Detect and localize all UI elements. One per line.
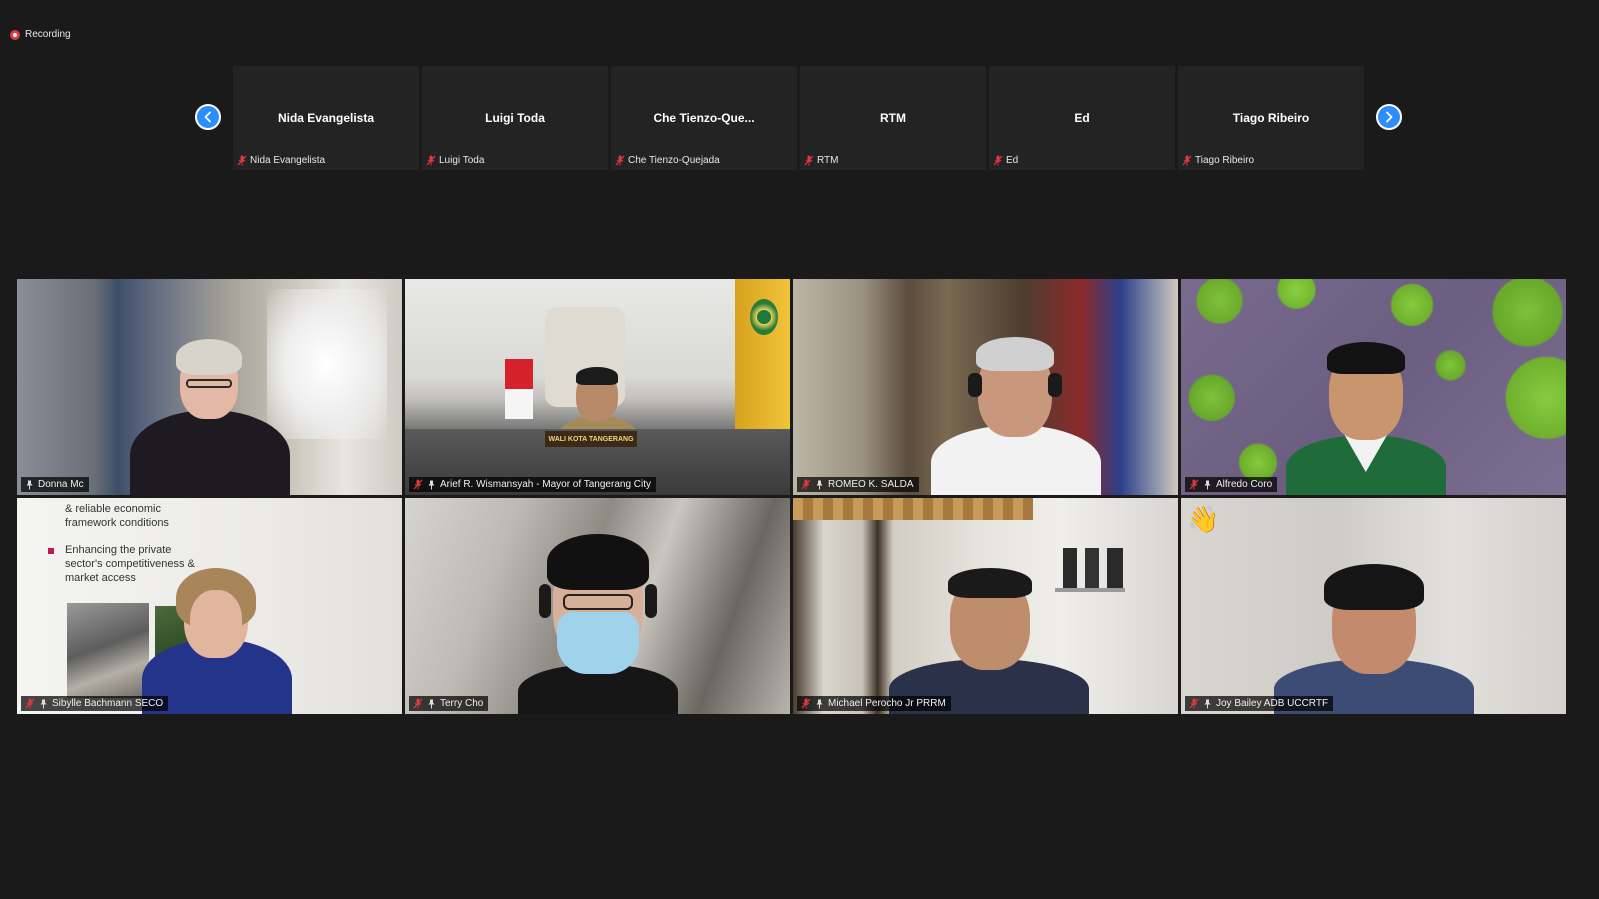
participant-name: ROMEO K. SALDA xyxy=(828,479,914,490)
participant-name: Che Tienzo-Quejada xyxy=(628,155,720,166)
video-curtain xyxy=(793,498,1033,520)
video-nameplate: WALI KOTA TANGERANG xyxy=(545,431,637,447)
pin-icon xyxy=(816,480,823,489)
participant-display-name: Ed xyxy=(1074,111,1090,125)
participant-figure xyxy=(110,325,310,495)
participant-name: Joy Bailey ADB UCCRTF xyxy=(1216,698,1329,709)
pin-icon xyxy=(428,699,435,708)
mic-muted-icon xyxy=(237,155,247,166)
slide-bullet xyxy=(48,548,54,554)
participant-tile[interactable]: RTM RTM xyxy=(800,66,986,170)
mic-muted-icon xyxy=(801,479,811,490)
participant-label: ROMEO K. SALDA xyxy=(797,477,919,492)
video-tile[interactable]: Alfredo Coro xyxy=(1181,279,1566,495)
pin-icon xyxy=(26,480,33,489)
participant-label: Sibylle Bachmann SECO xyxy=(21,696,169,711)
pin-icon xyxy=(428,480,435,489)
participant-tile[interactable]: Ed Ed xyxy=(989,66,1175,170)
mic-muted-icon xyxy=(1189,698,1199,709)
participant-figure xyxy=(1264,534,1484,714)
participant-tile[interactable]: Nida Evangelista Nida Evangelista xyxy=(233,66,419,170)
chevron-right-icon xyxy=(1386,111,1393,123)
video-grid: Donna Mc WALI KOTA TANGERANG Arief R. Wi… xyxy=(17,279,1566,714)
mic-muted-icon xyxy=(426,155,436,166)
mic-muted-icon xyxy=(801,698,811,709)
participant-figure xyxy=(503,514,693,714)
recording-label: Recording xyxy=(25,29,71,40)
pin-icon xyxy=(1204,699,1211,708)
participant-name: Donna Mc xyxy=(38,479,84,490)
video-tile[interactable]: Michael Perocho Jr PRRM xyxy=(793,498,1178,714)
mic-muted-icon xyxy=(413,698,423,709)
wave-reaction-icon: 👋 xyxy=(1187,504,1220,534)
participant-label: Luigi Toda xyxy=(426,155,484,166)
mic-muted-icon xyxy=(413,479,423,490)
participant-figure xyxy=(132,554,302,714)
participant-name: Terry Cho xyxy=(440,698,484,709)
video-tile[interactable]: ROMEO K. SALDA xyxy=(793,279,1178,495)
participant-label: Donna Mc xyxy=(21,477,89,492)
mic-muted-icon xyxy=(1182,155,1192,166)
chevron-left-icon xyxy=(204,111,211,123)
participant-label: Nida Evangelista xyxy=(237,155,325,166)
participant-name: Ed xyxy=(1006,155,1019,166)
participant-name: Michael Perocho Jr PRRM xyxy=(828,698,946,709)
pin-icon xyxy=(40,699,47,708)
participant-name: Luigi Toda xyxy=(439,155,485,166)
participant-tile[interactable]: Che Tienzo-Que... Che Tienzo-Quejada xyxy=(611,66,797,170)
meeting-window: Recording Nida Evangelista Nida Evangeli… xyxy=(0,0,1599,899)
participant-label: Michael Perocho Jr PRRM xyxy=(797,696,951,711)
mic-muted-icon xyxy=(993,155,1003,166)
slide-text: & reliable economic framework conditions xyxy=(65,502,169,530)
participant-display-name: Tiago Ribeiro xyxy=(1232,111,1310,125)
pin-icon xyxy=(816,699,823,708)
participant-display-name: Luigi Toda xyxy=(485,111,545,125)
mic-muted-icon xyxy=(1189,479,1199,490)
participant-label: Ed xyxy=(993,155,1018,166)
participant-figure xyxy=(884,534,1094,714)
recording-indicator[interactable]: Recording xyxy=(10,29,71,40)
participant-tile[interactable]: Tiago Ribeiro Tiago Ribeiro xyxy=(1178,66,1364,170)
mic-muted-icon xyxy=(615,155,625,166)
participant-name: Nida Evangelista xyxy=(250,155,326,166)
mic-muted-icon xyxy=(804,155,814,166)
participant-label: Alfredo Coro xyxy=(1185,477,1278,492)
slide-line: & reliable economic xyxy=(65,503,161,515)
previous-page-button[interactable] xyxy=(195,104,221,130)
recording-icon xyxy=(10,29,20,40)
participant-name: Alfredo Coro xyxy=(1216,479,1273,490)
video-flag-emblem xyxy=(750,299,778,335)
participant-name: Sibylle Bachmann SECO xyxy=(52,698,164,709)
participant-label: RTM xyxy=(804,155,838,166)
nameplate-text: WALI KOTA TANGERANG xyxy=(548,435,634,443)
participant-label: Arief R. Wismansyah - Mayor of Tangerang… xyxy=(409,477,657,492)
participant-display-name: RTM xyxy=(880,111,906,125)
participant-label: Joy Bailey ADB UCCRTF xyxy=(1185,696,1334,711)
participant-figure xyxy=(916,315,1116,495)
participant-name: Tiago Ribeiro xyxy=(1195,155,1255,166)
participant-display-name: Nida Evangelista xyxy=(277,111,375,125)
video-tile[interactable]: Donna Mc xyxy=(17,279,402,495)
participant-label: Tiago Ribeiro xyxy=(1182,155,1254,166)
participant-name: RTM xyxy=(817,155,839,166)
participant-figure xyxy=(1271,320,1461,495)
video-tile[interactable]: & reliable economic framework conditions… xyxy=(17,498,402,714)
participant-strip: Nida Evangelista Nida Evangelista Luigi … xyxy=(233,66,1364,170)
video-tile[interactable]: 👋 Joy Bailey ADB UCCRTF xyxy=(1181,498,1566,714)
next-page-button[interactable] xyxy=(1376,104,1402,130)
participant-name: Arief R. Wismansyah - Mayor of Tangerang… xyxy=(440,479,652,490)
participant-label: Che Tienzo-Quejada xyxy=(615,155,720,166)
slide-line: framework conditions xyxy=(65,517,169,529)
participant-display-name: Che Tienzo-Que... xyxy=(653,111,755,125)
pin-icon xyxy=(1204,480,1211,489)
video-tile[interactable]: WALI KOTA TANGERANG Arief R. Wismansyah … xyxy=(405,279,790,495)
participant-label: Terry Cho xyxy=(409,696,489,711)
mic-muted-icon xyxy=(25,698,35,709)
participant-tile[interactable]: Luigi Toda Luigi Toda xyxy=(422,66,608,170)
video-tile[interactable]: Terry Cho xyxy=(405,498,790,714)
